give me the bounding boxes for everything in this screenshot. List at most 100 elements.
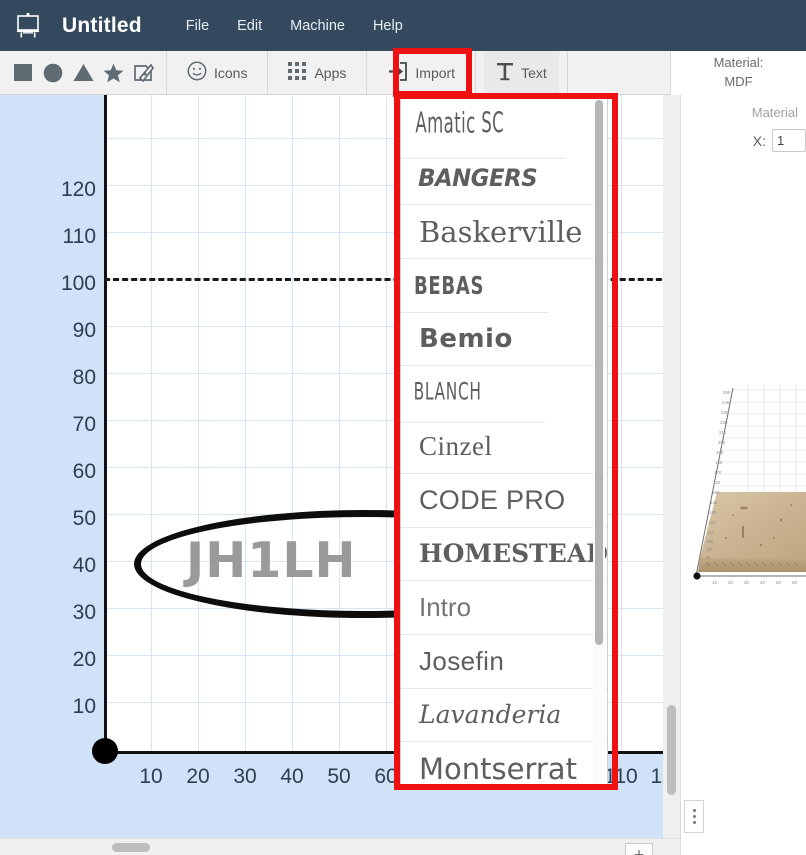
svg-text:120: 120 xyxy=(708,520,716,525)
properties-panel: Material X: 1 250 240 230 220 210 200 19… xyxy=(680,95,806,855)
workspace-horizontal-scroll-thumb[interactable] xyxy=(112,843,150,852)
font-option-code-pro[interactable]: CODE PRO xyxy=(401,474,607,528)
font-option-bemio[interactable]: Bemio xyxy=(401,313,607,367)
font-option-homestead[interactable]: HOMESTEAD xyxy=(401,528,607,582)
x-input[interactable] xyxy=(772,129,806,152)
material-value: MDF xyxy=(724,74,753,89)
svg-text:220: 220 xyxy=(720,420,728,425)
font-option-blanch[interactable]: BLANCH xyxy=(401,364,546,423)
ruler-y-tick: 120 xyxy=(60,178,96,201)
canvas-y-axis xyxy=(104,95,107,754)
svg-text:80: 80 xyxy=(706,555,711,560)
svg-text:60: 60 xyxy=(792,580,797,585)
workspace-vertical-scroll-thumb[interactable] xyxy=(667,705,676,795)
menu-item-machine[interactable]: Machine xyxy=(276,12,359,40)
grid-icon xyxy=(288,61,307,84)
star-icon[interactable] xyxy=(98,51,128,95)
dot xyxy=(692,821,696,824)
circle-icon[interactable] xyxy=(38,51,68,95)
workspace-vertical-scrollbar[interactable] xyxy=(663,95,680,838)
font-list-scroll-thumb[interactable] xyxy=(595,100,603,645)
material-selector[interactable]: Material: MDF xyxy=(670,51,806,95)
ruler-y-tick: 30 xyxy=(72,601,96,624)
import-button-label: Import xyxy=(415,64,456,81)
document-title[interactable]: Untitled xyxy=(62,14,142,38)
ruler-x-tick: 20 xyxy=(186,765,210,788)
material-3d-preview[interactable]: 250 240 230 220 210 200 190 180 170 160 150 140 … xyxy=(686,380,806,595)
svg-text:50: 50 xyxy=(776,580,781,585)
zoom-in-button[interactable]: + xyxy=(625,843,653,855)
ruler-y-tick: 80 xyxy=(72,366,96,389)
svg-text:150: 150 xyxy=(712,490,720,495)
design-text-object[interactable]: JH1LH xyxy=(186,532,357,589)
ruler-y-tick: 90 xyxy=(72,319,96,342)
easel-icon[interactable] xyxy=(12,11,44,41)
svg-text:230: 230 xyxy=(721,410,729,415)
ruler-y-tick: 60 xyxy=(72,460,96,483)
font-option-montserrat[interactable]: Montserrat xyxy=(401,742,607,784)
icons-button-label: Icons xyxy=(214,64,248,81)
material-heading: Material xyxy=(751,105,798,120)
import-group: Import xyxy=(367,51,477,95)
dot xyxy=(692,815,696,818)
svg-text:90: 90 xyxy=(707,547,712,552)
ruler-x-tick: 40 xyxy=(280,765,304,788)
text-button[interactable]: Text xyxy=(484,50,559,95)
ruler-y-tick: 100 xyxy=(60,272,96,295)
icons-button[interactable]: Icons xyxy=(175,51,259,95)
svg-text:20: 20 xyxy=(728,580,733,585)
svg-text:170: 170 xyxy=(714,470,722,475)
tool-bar: Icons Apps Import Text Material: MDF xyxy=(0,50,806,95)
svg-text:160: 160 xyxy=(713,480,721,485)
menu-item-file[interactable]: File xyxy=(172,12,223,40)
ruler-y-tick: 70 xyxy=(72,413,96,436)
workspace-horizontal-scrollbar[interactable] xyxy=(0,838,680,855)
smiley-icon xyxy=(187,61,207,84)
svg-text:140: 140 xyxy=(710,500,718,505)
font-option-lavanderia[interactable]: Lavanderia xyxy=(401,689,607,743)
ruler-y-tick: 50 xyxy=(72,507,96,530)
svg-text:10: 10 xyxy=(712,580,717,585)
zoom-controls: + − xyxy=(625,843,653,855)
text-t-icon xyxy=(496,61,514,85)
font-dropdown-list[interactable]: Amatic SC BANGERS Baskerville BEBAS Bemi… xyxy=(400,97,608,785)
ruler-x-tick: 30 xyxy=(233,765,257,788)
ruler-x-tick: 50 xyxy=(327,765,351,788)
origin-handle[interactable] xyxy=(92,738,118,764)
menu-item-edit[interactable]: Edit xyxy=(223,12,276,40)
text-button-label: Text xyxy=(521,64,547,81)
svg-text:30: 30 xyxy=(744,580,749,585)
x-dimension-row: X: xyxy=(753,129,806,152)
font-option-intro[interactable]: Intro xyxy=(401,581,607,635)
material-label: Material: xyxy=(713,55,764,71)
svg-text:100: 100 xyxy=(706,539,714,544)
svg-text:130: 130 xyxy=(709,510,717,515)
panel-overflow-menu[interactable] xyxy=(684,800,704,833)
font-option-amatic-sc[interactable]: Amatic SC xyxy=(401,98,566,159)
menu-item-help[interactable]: Help xyxy=(359,12,417,40)
square-icon[interactable] xyxy=(8,51,38,95)
font-list-scrollbar[interactable] xyxy=(593,98,605,784)
font-option-bebas[interactable]: BEBAS xyxy=(401,259,550,313)
svg-text:110: 110 xyxy=(707,530,715,535)
font-option-baskerville[interactable]: Baskerville xyxy=(401,205,607,260)
font-option-josefin[interactable]: Josefin xyxy=(401,635,607,689)
svg-text:240: 240 xyxy=(722,400,730,405)
font-option-cinzel[interactable]: Cinzel xyxy=(401,420,607,474)
ruler-x-tick: 60 xyxy=(374,765,398,788)
x-label: X: xyxy=(752,132,766,149)
menu-item-list: File Edit Machine Help xyxy=(172,12,417,40)
ruler-vertical[interactable]: 120 110 100 90 80 70 60 50 40 30 20 10 xyxy=(0,95,104,800)
apps-button[interactable]: Apps xyxy=(276,51,358,95)
font-option-bangers[interactable]: BANGERS xyxy=(401,152,597,206)
triangle-icon[interactable] xyxy=(68,51,98,95)
pen-icon[interactable] xyxy=(128,51,158,95)
text-group: Text xyxy=(476,50,568,95)
ruler-y-tick: 40 xyxy=(72,554,96,577)
ruler-y-tick: 10 xyxy=(72,695,96,718)
shape-tools-group xyxy=(0,51,167,94)
ruler-x-tick: 110 xyxy=(604,765,638,788)
svg-text:70: 70 xyxy=(705,562,710,567)
import-icon xyxy=(387,61,408,85)
import-button[interactable]: Import xyxy=(375,51,467,95)
